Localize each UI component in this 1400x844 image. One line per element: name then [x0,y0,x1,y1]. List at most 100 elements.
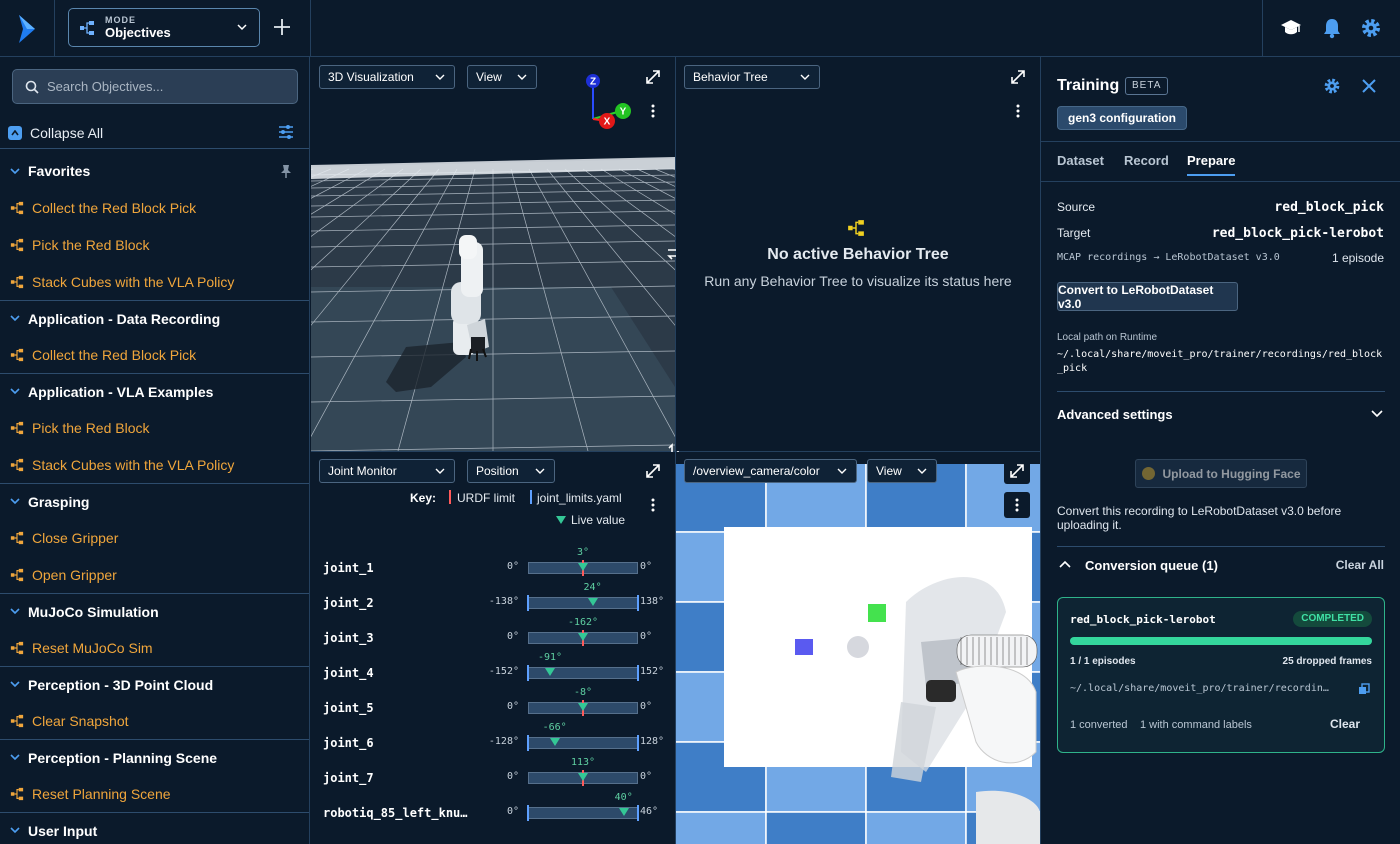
expand-icon[interactable] [645,463,661,479]
job-clear-button[interactable]: Clear [1330,717,1360,731]
camera-options-button[interactable] [1004,492,1030,518]
upload-huggingface-button[interactable]: Upload to Hugging Face [1135,459,1307,488]
conversion-description: MCAP recordings → LeRobotDataset v3.0 [1057,252,1280,263]
chevron-up-icon[interactable] [1059,560,1071,568]
axis-z-label: Z [590,77,596,88]
conversion-job-card: red_block_pick-lerobot COMPLETED 1 / 1 e… [1057,597,1385,753]
axis-gizmo-icon[interactable]: Z Y X [581,71,637,131]
clear-all-button[interactable]: Clear All [1336,558,1384,572]
group-label: Application - Data Recording [28,310,221,327]
behavior-tree-dropdown[interactable]: Behavior Tree [684,65,820,89]
pin-icon[interactable] [280,164,292,178]
expand-icon[interactable] [1010,69,1026,85]
objective-group-header[interactable]: User Input [0,812,309,844]
job-converted: 1 converted [1070,719,1128,731]
yaml-limit-marker [637,595,639,611]
objective-group-header[interactable]: Favorites [0,153,309,189]
tab-record[interactable]: Record [1124,153,1169,174]
camera-topic-dropdown[interactable]: /overview_camera/color [684,459,857,483]
upload-note: Convert this recording to LeRobotDataset… [1057,504,1342,532]
camera-view-dropdown[interactable]: View [867,459,937,483]
job-dropped-frames: 25 dropped frames [1282,656,1372,667]
objective-group-header[interactable]: Application - Data Recording [0,300,309,336]
objective-label: Pick the Red Block [32,236,150,253]
chevron-down-icon [10,315,20,322]
joint-min: -138° [488,596,519,607]
tab-prepare[interactable]: Prepare [1187,153,1236,176]
search-icon [25,80,39,94]
joint-monitor-dropdown[interactable]: Joint Monitor [319,459,455,483]
chevron-down-icon [10,681,20,688]
mode-selector[interactable]: MODE Objectives [68,8,260,47]
more-options-icon[interactable] [645,103,661,119]
chevron-down-icon [10,754,20,761]
logo-chevron-icon [19,14,35,43]
gear-icon[interactable] [1360,17,1382,39]
objective-item[interactable]: Clear Snapshot [0,702,309,739]
search-input[interactable] [47,79,277,94]
joint-live-value: -162° [567,617,599,628]
copy-icon[interactable] [1358,683,1370,695]
advanced-settings-toggle[interactable]: Advanced settings [1057,406,1385,426]
joint-live-value: -8° [573,687,593,698]
objective-tree-icon [10,238,32,252]
objective-label: Reset Planning Scene [32,785,171,802]
objective-item[interactable]: Open Gripper [0,556,309,593]
yaml-limit-marker [637,735,639,751]
objective-item[interactable]: Pick the Red Block [0,226,309,263]
view-dropdown[interactable]: View [467,65,537,89]
objective-group-header[interactable]: Grasping [0,483,309,519]
joint-live-marker [578,633,588,641]
objective-tree-icon [10,275,32,289]
close-icon[interactable] [1361,78,1377,94]
more-options-icon[interactable] [645,497,661,513]
objective-group-header[interactable]: Perception - 3D Point Cloud [0,666,309,702]
live-value-legend: Live value [571,513,626,527]
joint-mode-dropdown[interactable]: Position [467,459,555,483]
configuration-chip[interactable]: gen3 configuration [1057,106,1187,130]
objective-group-header[interactable]: Application - VLA Examples [0,373,309,409]
objective-item[interactable]: Collect the Red Block Pick [0,336,309,373]
group-label: User Input [28,822,98,839]
expand-icon[interactable] [645,69,661,85]
convert-button[interactable]: Convert to LeRobotDataset v3.0 [1057,282,1238,311]
add-icon[interactable] [270,15,294,39]
objective-item[interactable]: Reset Planning Scene [0,775,309,812]
objective-item[interactable]: Stack Cubes with the VLA Policy [0,446,309,483]
objective-item[interactable]: Collect the Red Block Pick [0,189,309,226]
search-box[interactable] [12,69,298,104]
objective-item[interactable]: Close Gripper [0,519,309,556]
objective-group-header[interactable]: Perception - Planning Scene [0,739,309,775]
divider [1057,391,1385,392]
objective-item[interactable]: Reset MuJoCo Sim [0,629,309,666]
objective-item[interactable]: Pick the Red Block [0,409,309,446]
divider [1041,181,1400,182]
joint-monitor-label: Joint Monitor [328,464,397,478]
tab-dataset[interactable]: Dataset [1057,153,1104,174]
joint-live-marker [545,668,555,676]
top-bar: MODE Objectives [0,0,1400,57]
yaml-limit-legend: joint_limits.yaml [537,491,622,505]
app-logo[interactable] [0,0,55,57]
objective-item[interactable]: Stack Cubes with the VLA Policy [0,263,309,300]
joint-max: 128° [640,736,665,747]
camera-expand-button[interactable] [1004,458,1030,484]
visualization-type-dropdown[interactable]: 3D Visualization [319,65,455,89]
more-options-icon[interactable] [1010,103,1026,119]
bell-icon[interactable] [1321,17,1343,39]
joint-name: joint_6 [323,736,374,750]
chevron-down-icon [237,24,247,31]
training-settings-icon[interactable] [1323,77,1341,95]
graduation-cap-icon[interactable] [1280,17,1302,39]
joint-live-marker [587,598,598,606]
behavior-tree-icon [848,220,864,236]
joint-live-marker [578,703,588,711]
filter-settings-icon[interactable] [278,125,294,139]
chevron-down-icon [10,827,20,834]
collapse-all-button[interactable]: Collapse All [0,117,309,149]
behavior-tree-panel: Behavior Tree No active Behavior Tree Ru… [676,57,1040,451]
legend-key-label: Key: [410,491,437,505]
objective-group-header[interactable]: MuJoCo Simulation [0,593,309,629]
expand-icon [1010,464,1024,478]
conversion-queue-title[interactable]: Conversion queue (1) [1085,558,1218,573]
